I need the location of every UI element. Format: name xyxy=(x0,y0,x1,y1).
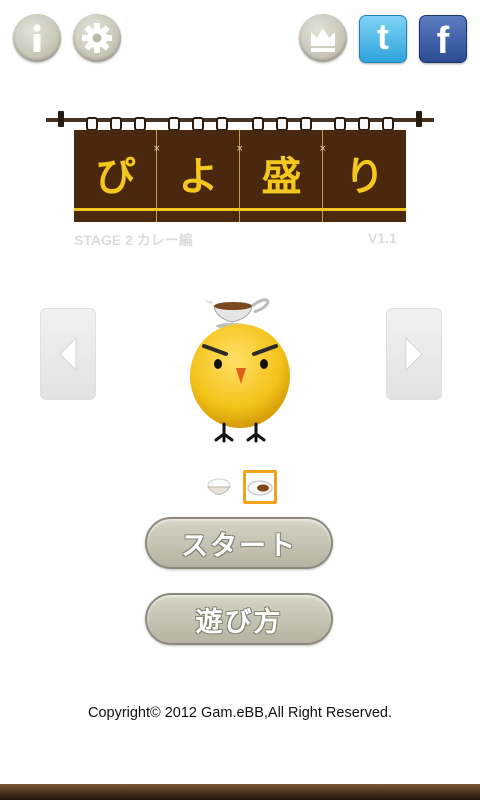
game-title: ぴ よ 盛 り xyxy=(74,144,406,202)
curtain-ring xyxy=(276,117,288,131)
twitter-button[interactable]: t xyxy=(359,15,407,63)
curtain-ring xyxy=(358,117,370,131)
curtain-ring xyxy=(86,117,98,131)
ground-strip xyxy=(0,784,480,800)
title-char: 盛 xyxy=(261,154,302,200)
title-char: よ xyxy=(178,154,219,200)
version-label: V1.1 xyxy=(368,230,397,246)
rod-end-left xyxy=(58,111,64,127)
chick-character xyxy=(190,298,290,443)
curtain-ring xyxy=(192,117,204,131)
start-button[interactable]: スタート xyxy=(145,517,333,569)
rice-bowl-option[interactable] xyxy=(202,470,236,504)
curtain-ring xyxy=(382,117,394,131)
banner-stripe xyxy=(74,208,406,211)
curtain-ring xyxy=(168,117,180,131)
settings-button[interactable] xyxy=(73,14,121,62)
curry-plate-icon xyxy=(247,480,273,496)
curtain-ring xyxy=(216,117,228,131)
info-button[interactable] xyxy=(13,14,61,62)
start-button-label: スタート xyxy=(181,530,297,562)
how-to-play-button[interactable]: 遊び方 xyxy=(145,593,333,645)
rod-end-right xyxy=(416,111,422,127)
twitter-icon: t xyxy=(377,16,389,57)
curtain-ring xyxy=(110,117,122,131)
prev-character-button[interactable] xyxy=(40,308,96,400)
arrow-left-icon xyxy=(59,336,77,372)
dish-selector xyxy=(200,470,280,506)
curtain-ring xyxy=(300,117,312,131)
facebook-button[interactable]: f xyxy=(419,15,467,63)
crown-icon xyxy=(311,28,335,52)
stage-label: STAGE 2 カレー編 xyxy=(74,232,193,248)
gear-icon xyxy=(82,23,112,53)
title-char: ぴ xyxy=(95,154,136,200)
title-banner: × × × ぴ よ 盛 り xyxy=(74,130,406,222)
arrow-right-icon xyxy=(405,336,423,372)
info-icon xyxy=(33,24,41,52)
curtain-ring xyxy=(334,117,346,131)
how-to-play-label: 遊び方 xyxy=(195,606,283,638)
curry-plate-option[interactable] xyxy=(243,470,277,504)
curtain-ring xyxy=(134,117,146,131)
curtain-ring xyxy=(252,117,264,131)
rice-bowl-icon xyxy=(207,478,231,495)
title-char: り xyxy=(344,154,385,200)
copyright-text: Copyright© 2012 Gam.eBB,All Right Reserv… xyxy=(87,705,393,721)
facebook-icon: f xyxy=(436,19,450,62)
next-character-button[interactable] xyxy=(386,308,442,400)
ranking-button[interactable] xyxy=(299,14,347,62)
curtain-rod xyxy=(46,118,434,122)
